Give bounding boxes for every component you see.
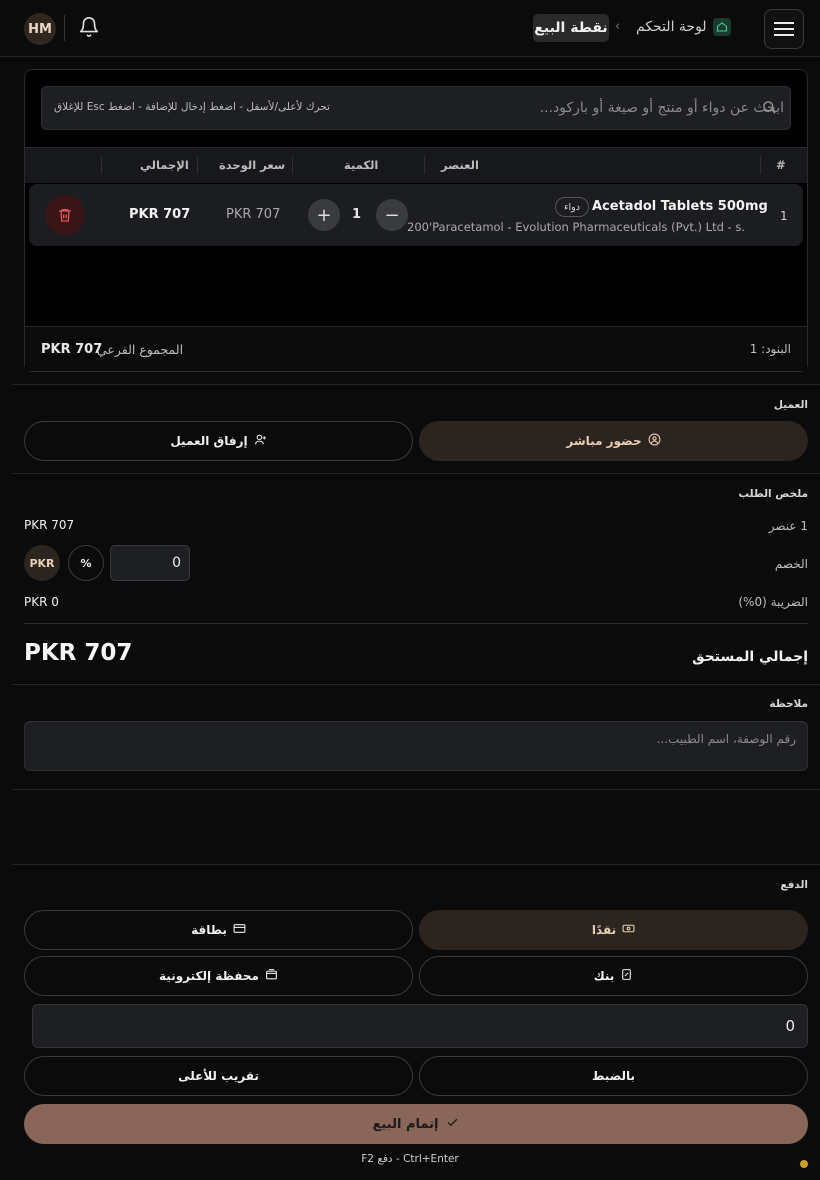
- decrease-qty-button[interactable]: −: [376, 199, 408, 231]
- discount-input[interactable]: 0: [110, 545, 190, 581]
- hamburger-icon: [774, 22, 794, 36]
- note-placeholder: رقم الوصفة، اسم الطبيب...: [656, 732, 796, 746]
- note-textarea[interactable]: [24, 721, 808, 771]
- walk-in-label: حضور مباشر: [566, 434, 642, 448]
- tax-value: PKR 0: [24, 595, 59, 609]
- breadcrumb-chevron-icon: ‹: [615, 19, 621, 34]
- product-type-badge: دواء: [555, 197, 589, 217]
- search-placeholder: ابحث عن دواء أو منتج أو صيغة أو باركود..…: [539, 100, 784, 116]
- pay-wallet-button[interactable]: محفظة إلكترونية: [24, 956, 413, 996]
- remove-item-button[interactable]: [45, 195, 85, 235]
- home-icon: [712, 18, 731, 36]
- note-section-label: ملاحظة: [769, 698, 808, 710]
- keyboard-shortcut-hint: F2 دفع - Ctrl+Enter: [361, 1153, 459, 1165]
- exact-label: بالضبط: [591, 1069, 636, 1083]
- user-avatar[interactable]: HM: [24, 13, 56, 45]
- divider: [12, 473, 820, 474]
- breadcrumb-home-label: لوحة التحكم: [636, 19, 707, 35]
- bank-label: بنك: [593, 969, 615, 983]
- col-item: العنصر: [441, 158, 479, 172]
- row-number: 1: [780, 209, 788, 223]
- wallet-icon: [265, 968, 278, 984]
- col-num: #: [776, 158, 786, 172]
- credit-card-icon: [233, 922, 246, 938]
- card-label: بطاقة: [191, 923, 227, 937]
- col-divider: [101, 156, 102, 174]
- user-circle-icon: [648, 433, 661, 449]
- qty-value: 1: [352, 207, 362, 222]
- round-up-label: تقريب للأعلى: [178, 1069, 259, 1083]
- pay-card-button[interactable]: بطاقة: [24, 910, 413, 950]
- wallet-label: محفظة إلكترونية: [159, 969, 259, 983]
- attach-customer-button[interactable]: إرفاق العميل: [24, 421, 413, 461]
- customer-section-label: العميل: [773, 399, 808, 411]
- header-divider: [64, 15, 65, 41]
- col-qty: الكمية: [344, 158, 379, 172]
- status-dot: [800, 1160, 808, 1168]
- payment-section-label: الدفع: [780, 879, 808, 891]
- pay-cash-button[interactable]: نقدًا: [419, 910, 808, 950]
- col-divider: [197, 156, 198, 174]
- pay-bank-button[interactable]: بنك: [419, 956, 808, 996]
- unit-price: PKR 707: [226, 207, 281, 222]
- items-count-label: 1 عنصر: [768, 519, 808, 533]
- complete-sale-button[interactable]: إتمام البيع: [24, 1104, 808, 1144]
- trash-icon: [59, 209, 71, 222]
- exact-amount-button[interactable]: بالضبط: [419, 1056, 808, 1096]
- divider: [12, 864, 820, 865]
- amount-due-value: PKR 707: [24, 640, 133, 666]
- summary-section-label: ملخص الطلب: [738, 488, 808, 500]
- tax-label: الضريبة (0%): [738, 595, 808, 609]
- col-total: الإجمالي: [140, 158, 189, 172]
- col-divider: [760, 156, 761, 174]
- product-name: Acetadol Tablets 500mg: [592, 199, 768, 214]
- summary-divider: [24, 623, 808, 624]
- discount-percent-toggle[interactable]: %: [68, 545, 104, 581]
- divider: [12, 684, 820, 685]
- notifications-bell-icon[interactable]: [78, 16, 100, 38]
- discount-currency-toggle[interactable]: PKR: [24, 545, 60, 581]
- user-plus-icon: [254, 433, 267, 449]
- amount-tendered-input[interactable]: [32, 1004, 808, 1048]
- subtotal-label: المجموع الفرعي: [97, 342, 184, 357]
- attach-customer-label: إرفاق العميل: [170, 434, 248, 448]
- amount-tendered-value: 0: [785, 1017, 795, 1035]
- menu-button[interactable]: [764, 9, 804, 49]
- bank-icon: [620, 968, 633, 984]
- round-up-button[interactable]: تقريب للأعلى: [24, 1056, 413, 1096]
- col-divider: [292, 156, 293, 174]
- check-icon: [446, 1116, 459, 1133]
- increase-qty-button[interactable]: +: [308, 199, 340, 231]
- complete-sale-label: إتمام البيع: [372, 1116, 439, 1132]
- discount-label: الخصم: [774, 557, 808, 571]
- items-value: PKR 707: [24, 518, 75, 532]
- items-count: البنود: 1: [749, 342, 791, 356]
- col-divider: [424, 156, 425, 174]
- walk-in-customer-button[interactable]: حضور مباشر: [419, 421, 808, 461]
- breadcrumb-current: نقطة البيع: [533, 14, 609, 42]
- amount-due-label: إجمالي المستحق: [692, 649, 808, 665]
- col-unit-price: سعر الوحدة: [219, 158, 286, 172]
- divider: [12, 789, 820, 790]
- subtotal-value: PKR 707: [41, 342, 103, 357]
- cash-icon: [622, 922, 635, 938]
- search-hint: تحرك لأعلى/لأسفل - اضغط إدخال للإضافة - …: [54, 101, 330, 113]
- divider: [12, 384, 820, 385]
- cash-label: نقدًا: [591, 923, 617, 937]
- breadcrumb-home-link[interactable]: لوحة التحكم: [636, 18, 731, 36]
- line-total: PKR 707: [129, 207, 191, 222]
- product-subtitle: 200'Paracetamol - Evolution Pharmaceutic…: [407, 220, 745, 234]
